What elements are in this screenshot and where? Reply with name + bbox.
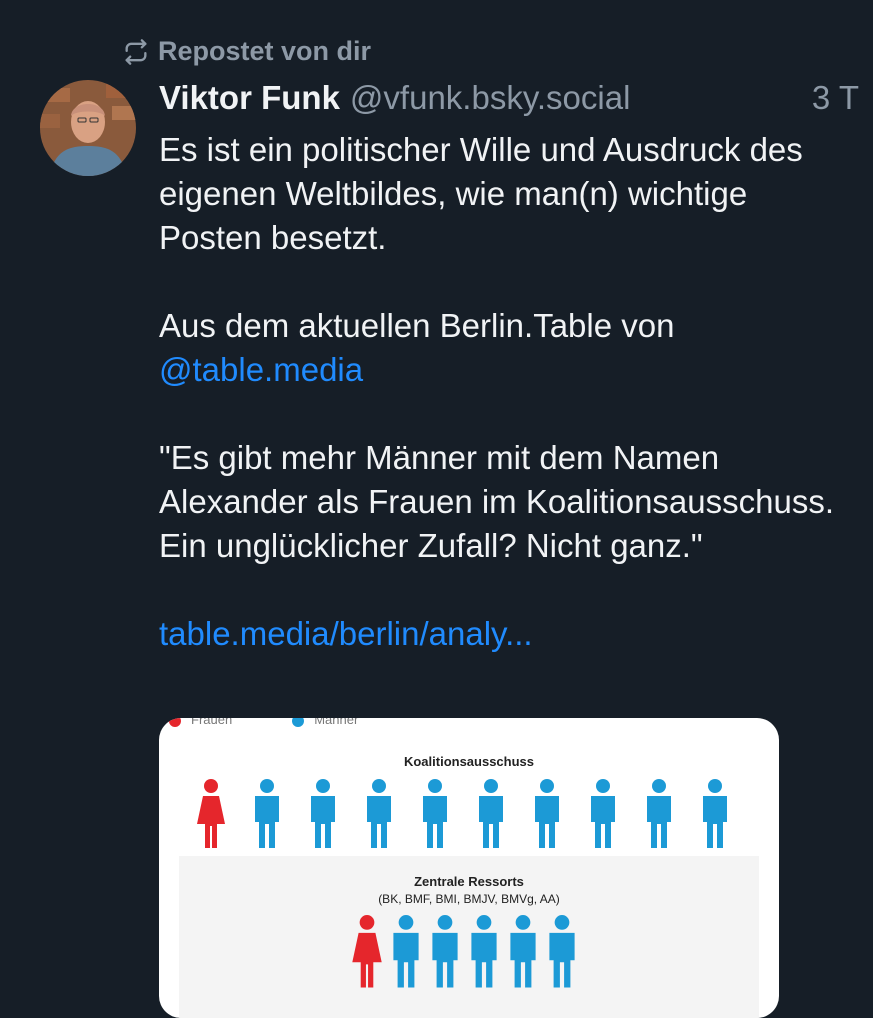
avatar[interactable] bbox=[40, 80, 136, 176]
section-title-koalitionsausschuss: Koalitionsausschuss bbox=[403, 754, 535, 769]
image-legend: Frauen Männer bbox=[169, 718, 358, 727]
legend-women: Frauen bbox=[169, 718, 232, 727]
woman-figure bbox=[352, 915, 382, 988]
repost-label: Repostet von dir bbox=[158, 36, 372, 66]
man-figure bbox=[703, 779, 727, 848]
figure-row-zentrale-ressorts bbox=[352, 915, 575, 988]
man-figure bbox=[591, 779, 615, 848]
post-text-berlin-table: Aus dem aktuellen Berlin.Table von bbox=[159, 307, 675, 344]
embedded-image[interactable]: Frauen Männer Koalitionsausschuss Zentra… bbox=[159, 718, 779, 1018]
man-figure bbox=[479, 779, 503, 848]
post-text-quote: "Es gibt mehr Männer mit dem Namen Alexa… bbox=[159, 439, 835, 564]
repost-icon bbox=[125, 38, 147, 65]
external-link[interactable]: table.media/berlin/analy... bbox=[159, 615, 533, 652]
author-handle[interactable]: @vfunk.bsky.social bbox=[350, 76, 812, 120]
mention-link[interactable]: @table.media bbox=[159, 351, 363, 388]
figure-row-koalitionsausschuss bbox=[197, 779, 727, 848]
legend-men: Männer bbox=[292, 718, 358, 727]
man-figure bbox=[471, 915, 497, 988]
man-figure bbox=[255, 779, 279, 848]
man-figure bbox=[647, 779, 671, 848]
post-text-paragraph-1: Es ist ein politischer Wille und Ausdruc… bbox=[159, 131, 803, 256]
man-figure bbox=[423, 779, 447, 848]
author-name[interactable]: Viktor Funk bbox=[159, 76, 340, 120]
man-figure bbox=[510, 915, 536, 988]
section-title-zentrale-ressorts: Zentrale Ressorts bbox=[414, 874, 524, 889]
repost-indicator: Repostet von dir bbox=[122, 36, 371, 67]
post-body: Es ist ein politischer Wille und Ausdruc… bbox=[159, 128, 849, 656]
man-figure bbox=[432, 915, 458, 988]
post-text-paragraph-2: Aus dem aktuellen Berlin.Table von @tabl… bbox=[159, 304, 849, 392]
man-figure bbox=[367, 779, 391, 848]
woman-figure bbox=[197, 779, 225, 848]
man-figure bbox=[311, 779, 335, 848]
man-figure bbox=[549, 915, 575, 988]
man-figure bbox=[393, 915, 419, 988]
post-header: Viktor Funk @vfunk.bsky.social 3 T bbox=[159, 76, 859, 120]
post-timestamp[interactable]: 3 T bbox=[812, 76, 859, 120]
section-subtitle-zentrale-ressorts: (BK, BMF, BMI, BMJV, BMVg, AA) bbox=[378, 892, 560, 906]
man-figure bbox=[535, 779, 559, 848]
